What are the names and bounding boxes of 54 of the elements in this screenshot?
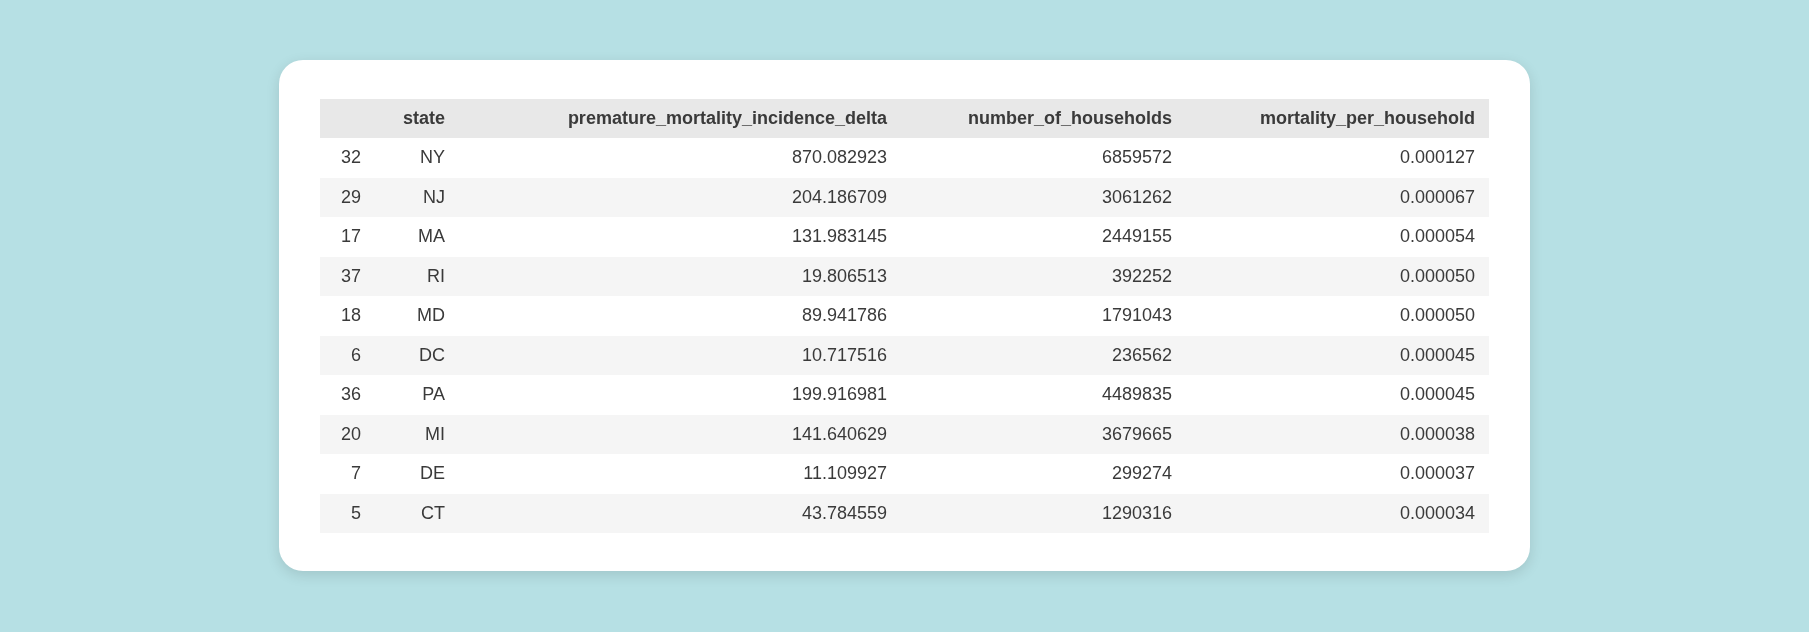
- table-cell: 3061262: [901, 177, 1186, 217]
- row-index: 6: [320, 335, 375, 375]
- table-cell: NJ: [375, 177, 459, 217]
- table-cell: 392252: [901, 256, 1186, 296]
- table-cell: 0.000038: [1186, 414, 1489, 454]
- table-cell: 299274: [901, 454, 1186, 494]
- table-cell: 0.000127: [1186, 138, 1489, 178]
- table-cell: 131.983145: [459, 217, 901, 257]
- row-index: 32: [320, 138, 375, 178]
- row-index: 36: [320, 375, 375, 415]
- table-cell: 2449155: [901, 217, 1186, 257]
- table-cell: MD: [375, 296, 459, 336]
- row-index: 17: [320, 217, 375, 257]
- table-cell: 43.784559: [459, 493, 901, 533]
- table-cell: 11.109927: [459, 454, 901, 494]
- table-cell: 0.000037: [1186, 454, 1489, 494]
- table-cell: 0.000067: [1186, 177, 1489, 217]
- table-cell: 0.000045: [1186, 375, 1489, 415]
- table-cell: MI: [375, 414, 459, 454]
- table-cell: RI: [375, 256, 459, 296]
- row-index: 37: [320, 256, 375, 296]
- table-cell: 19.806513: [459, 256, 901, 296]
- column-header: mortality_per_household: [1186, 99, 1489, 138]
- table-cell: PA: [375, 375, 459, 415]
- row-index: 7: [320, 454, 375, 494]
- table-cell: 870.082923: [459, 138, 901, 178]
- row-index: 20: [320, 414, 375, 454]
- table-cell: 6859572: [901, 138, 1186, 178]
- table-cell: 0.000054: [1186, 217, 1489, 257]
- row-index: 29: [320, 177, 375, 217]
- row-index: 18: [320, 296, 375, 336]
- column-header: premature_mortality_incidence_delta: [459, 99, 901, 138]
- table-cell: DC: [375, 335, 459, 375]
- table-cell: NY: [375, 138, 459, 178]
- table-cell: MA: [375, 217, 459, 257]
- table-cell: 1791043: [901, 296, 1186, 336]
- table-cell: 199.916981: [459, 375, 901, 415]
- table-cell: 204.186709: [459, 177, 901, 217]
- table-cell: CT: [375, 493, 459, 533]
- column-header: state: [375, 99, 459, 138]
- row-index: 5: [320, 493, 375, 533]
- column-header: number_of_households: [901, 99, 1186, 138]
- table-cell: 0.000050: [1186, 256, 1489, 296]
- table-cell: 4489835: [901, 375, 1186, 415]
- table-cell: 89.941786: [459, 296, 901, 336]
- table-cell: 10.717516: [459, 335, 901, 375]
- table-cell: 236562: [901, 335, 1186, 375]
- table-cell: 0.000045: [1186, 335, 1489, 375]
- table-cell: DE: [375, 454, 459, 494]
- table-cell: 1290316: [901, 493, 1186, 533]
- table-cell: 0.000034: [1186, 493, 1489, 533]
- table-cell: 3679665: [901, 414, 1186, 454]
- table-cell: 141.640629: [459, 414, 901, 454]
- table-cell: 0.000050: [1186, 296, 1489, 336]
